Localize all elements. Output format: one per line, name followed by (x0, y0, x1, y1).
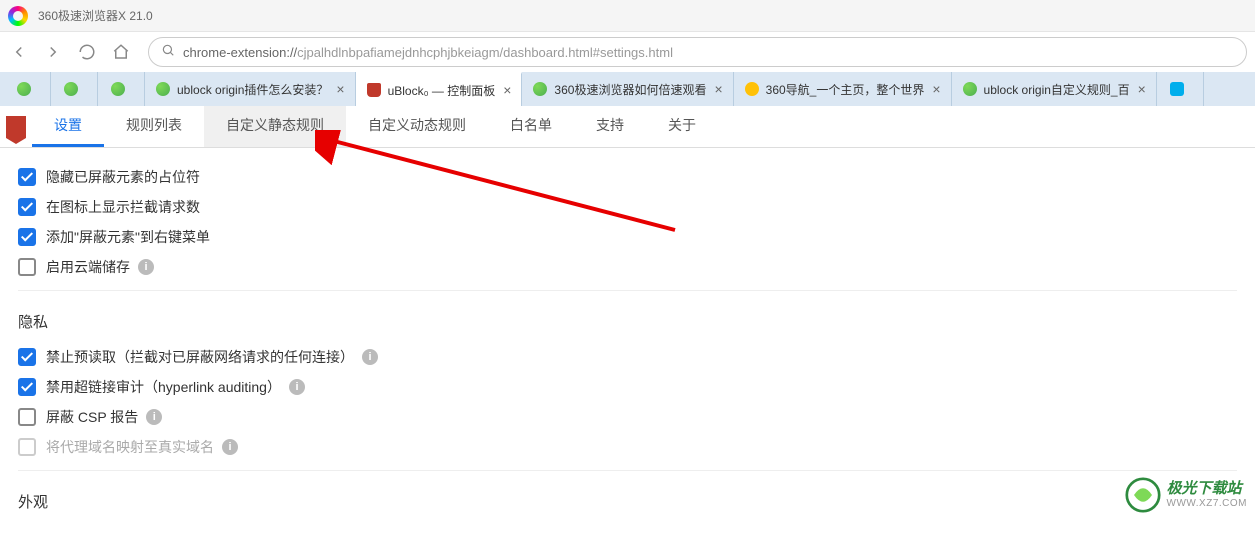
watermark-url: WWW.XZ7.COM (1167, 498, 1248, 509)
favicon-icon (64, 82, 78, 96)
option-label: 禁用超链接审计（hyperlink auditing） (46, 377, 281, 397)
dash-tab-filters[interactable]: 规则列表 (104, 106, 204, 147)
option-label: 屏蔽 CSP 报告 (46, 407, 138, 427)
option-label: 添加"屏蔽元素"到右键菜单 (46, 227, 210, 247)
checkbox-placeholder[interactable] (18, 168, 36, 186)
info-icon[interactable]: i (146, 409, 162, 425)
tab-mini-1[interactable] (4, 72, 51, 106)
checkbox-prefetch[interactable] (18, 348, 36, 366)
checkbox-csp[interactable] (18, 408, 36, 426)
back-button[interactable] (8, 41, 30, 63)
watermark-title: 极光下载站 (1167, 481, 1248, 498)
ublock-shield-icon (0, 106, 32, 147)
app-title: 360极速浏览器X 21.0 (38, 7, 153, 24)
tab-speed[interactable]: 360极速浏览器如何倍速观看 × (522, 72, 733, 106)
favicon-icon (111, 82, 125, 96)
dash-tab-dynamic-rules[interactable]: 自定义动态规则 (346, 106, 488, 147)
tab-close-icon[interactable]: × (714, 81, 722, 97)
checkbox-context-menu[interactable] (18, 228, 36, 246)
favicon-icon (745, 82, 759, 96)
tab-mini-3[interactable] (98, 72, 145, 106)
tab-close-icon[interactable]: × (932, 81, 940, 97)
section-appearance-title: 外观 (18, 491, 1237, 512)
dash-tab-about[interactable]: 关于 (646, 106, 718, 147)
tab-close-icon[interactable]: × (1138, 81, 1146, 97)
watermark: 极光下载站 WWW.XZ7.COM (1117, 473, 1255, 517)
checkbox-proxy-domain (18, 438, 36, 456)
tab-bili[interactable] (1157, 72, 1204, 106)
favicon-icon (963, 82, 977, 96)
watermark-logo-icon (1125, 477, 1161, 513)
settings-pane: 隐藏已屏蔽元素的占位符 在图标上显示拦截请求数 添加"屏蔽元素"到右键菜单 启用… (0, 148, 1255, 536)
favicon-icon (17, 82, 31, 96)
favicon-icon (156, 82, 170, 96)
forward-button[interactable] (42, 41, 64, 63)
option-label: 禁止预读取（拦截对已屏蔽网络请求的任何连接） (46, 347, 354, 367)
home-button[interactable] (110, 41, 132, 63)
option-label: 在图标上显示拦截请求数 (46, 197, 200, 217)
tab-dashboard[interactable]: uBlock₀ — 控制面板 × (356, 72, 523, 106)
option-label: 隐藏已屏蔽元素的占位符 (46, 167, 200, 187)
dash-tab-settings[interactable]: 设置 (32, 106, 104, 147)
url-text: chrome-extension://cjpalhdlnbpafiamejdnh… (183, 45, 673, 60)
address-bar[interactable]: chrome-extension://cjpalhdlnbpafiamejdnh… (148, 37, 1247, 67)
dash-tab-whitelist[interactable]: 白名单 (488, 106, 574, 147)
checkbox-cloud-storage[interactable] (18, 258, 36, 276)
dash-tab-static-rules[interactable]: 自定义静态规则 (204, 106, 346, 147)
info-icon[interactable]: i (289, 379, 305, 395)
site-info-icon[interactable] (161, 43, 175, 62)
info-icon[interactable]: i (362, 349, 378, 365)
reload-button[interactable] (76, 41, 98, 63)
dash-tab-support[interactable]: 支持 (574, 106, 646, 147)
app-logo-icon (8, 6, 28, 26)
option-label: 将代理域名映射至真实域名 (46, 437, 214, 457)
tab-close-icon[interactable]: × (503, 82, 511, 98)
checkbox-badge-count[interactable] (18, 198, 36, 216)
favicon-icon (1170, 82, 1184, 96)
ublock-icon (367, 83, 381, 97)
tab-custom-rules[interactable]: ublock origin自定义规则_百 × (952, 72, 1157, 106)
tab-mini-2[interactable] (51, 72, 98, 106)
tab-close-icon[interactable]: × (336, 81, 344, 97)
title-bar: 360极速浏览器X 21.0 (0, 0, 1255, 32)
dashboard-nav: 设置 规则列表 自定义静态规则 自定义动态规则 白名单 支持 关于 (0, 106, 1255, 148)
option-label: 启用云端储存 (46, 257, 130, 277)
toolbar: chrome-extension://cjpalhdlnbpafiamejdnh… (0, 32, 1255, 72)
checkbox-hyperlink-auditing[interactable] (18, 378, 36, 396)
tab-plugin[interactable]: ublock origin插件怎么安装？ × (145, 72, 356, 106)
tab-360nav[interactable]: 360导航_一个主页，整个世界 × (734, 72, 952, 106)
section-privacy-title: 隐私 (18, 311, 1237, 332)
tab-strip: ublock origin插件怎么安装？ × uBlock₀ — 控制面板 × … (0, 72, 1255, 106)
info-icon[interactable]: i (222, 439, 238, 455)
favicon-icon (533, 82, 547, 96)
info-icon[interactable]: i (138, 259, 154, 275)
